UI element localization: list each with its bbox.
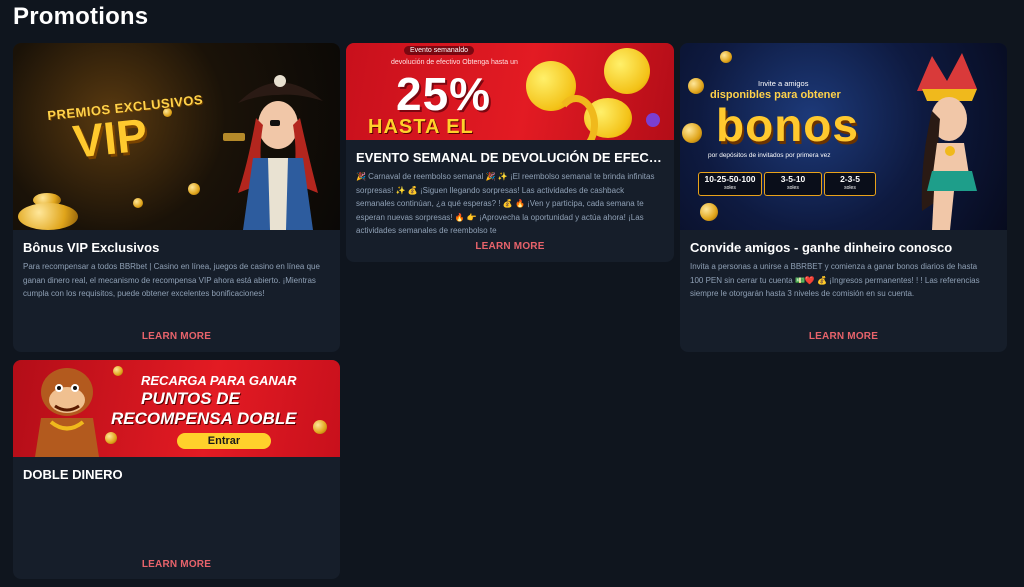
dancer-character-icon bbox=[917, 53, 977, 230]
page-title: Promotions bbox=[13, 3, 149, 30]
promo-card-vip[interactable]: PREMIOS EXCLUSIVOS VIP Bônus VIP Exclusi… bbox=[13, 43, 340, 352]
cashback-banner-sub: devolución de efectivo Obtenga hasta un bbox=[391, 59, 518, 66]
card-title: Bônus VIP Exclusivos bbox=[23, 240, 160, 255]
doble-banner-image[interactable]: RECARGA PARA GANAR PUNTOS DE RECOMPENSA … bbox=[13, 360, 340, 457]
monkey-character-icon bbox=[35, 368, 99, 457]
card-description: Invita a personas a unirse a BBRBET y co… bbox=[690, 262, 980, 298]
referral-banner-deposit: por depósitos de invitados por primera v… bbox=[708, 152, 831, 159]
entrar-button[interactable]: Entrar bbox=[177, 433, 271, 449]
learn-more-button[interactable]: LEARN MORE bbox=[680, 331, 1007, 342]
gold-coin-icon bbox=[720, 51, 732, 63]
pirate-character-icon bbox=[223, 75, 323, 230]
promo-card-referral[interactable]: Invite a amigos disponibles para obtener… bbox=[680, 43, 1007, 352]
card-title: EVENTO SEMANAL DE DEVOLUCIÓN DE EFECTIVO bbox=[356, 150, 664, 165]
referral-banner-big: bonos bbox=[716, 99, 859, 151]
gold-coin-icon bbox=[682, 123, 702, 143]
doble-banner-line1: RECARGA PARA GANAR bbox=[141, 373, 297, 388]
promo-card-doble[interactable]: RECARGA PARA GANAR PUNTOS DE RECOMPENSA … bbox=[13, 360, 340, 579]
promo-card-cashback[interactable]: Evento semanaldo devolución de efectivo … bbox=[346, 43, 674, 262]
gold-coin-icon bbox=[133, 198, 143, 208]
referral-banner-small: Invite a amigos bbox=[758, 79, 809, 88]
card-title: DOBLE DINERO bbox=[23, 467, 123, 482]
laughing-emoji-icon bbox=[604, 48, 650, 94]
gold-coin-icon bbox=[18, 203, 78, 230]
cashback-banner-tag: Evento semanaldo bbox=[404, 46, 474, 55]
gold-coin-icon bbox=[700, 203, 718, 221]
referral-bonus-box: 2-3-5 soles bbox=[824, 172, 876, 196]
card-description bbox=[23, 487, 323, 541]
doble-banner-line2: PUNTOS DE bbox=[141, 389, 240, 408]
card-description: Para recompensar a todos BBRbet | Casino… bbox=[23, 262, 320, 298]
referral-bonus-box: 10-25-50-100 soles bbox=[698, 172, 762, 196]
cashback-banner-line2: HASTA EL bbox=[368, 116, 474, 138]
gold-coin-icon bbox=[688, 78, 704, 94]
card-title: Convide amigos - ganhe dinheiro conosco bbox=[690, 240, 953, 255]
ribbon-shape bbox=[554, 95, 598, 140]
learn-more-button[interactable]: LEARN MORE bbox=[13, 559, 340, 570]
referral-bonus-box: 3-5-10 soles bbox=[764, 172, 822, 196]
vip-banner-line2: VIP bbox=[70, 108, 150, 168]
confetti-ball bbox=[646, 113, 660, 127]
vip-banner-image[interactable]: PREMIOS EXCLUSIVOS VIP bbox=[13, 43, 340, 230]
cashback-banner-image[interactable]: Evento semanaldo devolución de efectivo … bbox=[346, 43, 674, 140]
cashback-banner-big: 25% bbox=[396, 68, 492, 120]
learn-more-button[interactable]: LEARN MORE bbox=[346, 241, 674, 252]
card-description: 🎉 Carnaval de reembolso semanal 🎉 ✨ ¡El … bbox=[356, 172, 655, 233]
referral-banner-image[interactable]: Invite a amigos disponibles para obtener… bbox=[680, 43, 1007, 230]
gold-coin-icon bbox=[113, 366, 123, 376]
gold-coin-icon bbox=[105, 432, 117, 444]
doble-banner-line3: RECOMPENSA DOBLE bbox=[111, 409, 297, 428]
gold-coin-icon bbox=[188, 183, 200, 195]
learn-more-button[interactable]: LEARN MORE bbox=[13, 331, 340, 342]
gold-coin-icon bbox=[313, 420, 327, 434]
